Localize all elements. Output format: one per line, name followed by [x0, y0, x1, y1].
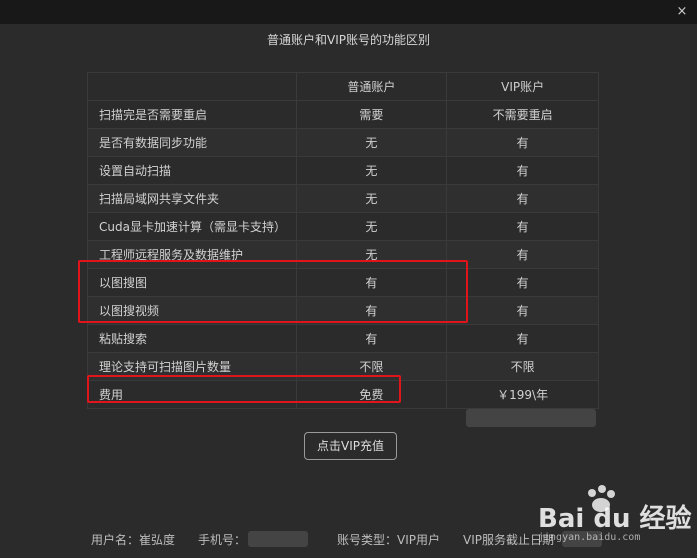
feature-cell: 以图搜图 — [87, 268, 297, 297]
feature-cell: 粘贴搜索 — [87, 324, 297, 353]
table-row: 扫描完是否需要重启 需要 不需要重启 — [87, 100, 599, 129]
normal-value-cell: 有 — [295, 268, 448, 297]
table-row: 理论支持可扫描图片数量 不限 不限 — [87, 352, 599, 381]
vip-value-cell: 有 — [446, 212, 599, 241]
username-text: 用户名：崔弘度 — [91, 533, 176, 547]
phone-label: 手机号： — [198, 533, 247, 547]
table-row: 费用 免费 ￥199\年 — [87, 380, 599, 409]
vip-recharge-button[interactable]: 点击VIP充值 — [304, 432, 397, 460]
normal-value-cell: 需要 — [295, 100, 448, 129]
redacted-area — [466, 409, 596, 427]
window-titlebar: × — [0, 0, 697, 24]
table-row: 扫描局域网共享文件夹无有 — [87, 184, 599, 213]
normal-value-cell: 无 — [295, 128, 448, 157]
feature-cell: 以图搜视频 — [87, 296, 297, 325]
vip-value-cell: 有 — [446, 268, 599, 297]
feature-cell: Cuda显卡加速计算（需显卡支持） — [87, 212, 297, 241]
table-header-row: 普通账户 VIP账户 — [87, 72, 599, 101]
vip-value-cell: 有 — [446, 296, 599, 325]
comparison-table: 普通账户 VIP账户 扫描完是否需要重启 需要 不需要重启 是否有数据同步功能无有设置… — [87, 72, 599, 409]
table-row: 设置自动扫描无有 — [87, 156, 599, 185]
table-row: 粘贴搜索有有 — [87, 324, 599, 353]
table-row: 工程师远程服务及数据维护无有 — [87, 240, 599, 269]
header-vip-account: VIP账户 — [446, 72, 599, 101]
feature-cell: 扫描完是否需要重启 — [87, 100, 297, 129]
table-row: 以图搜视频有有 — [87, 296, 599, 325]
redacted-phone — [248, 531, 308, 547]
table-row: 以图搜图有有 — [87, 268, 599, 297]
feature-cell: 费用 — [87, 380, 297, 409]
close-icon[interactable]: × — [673, 3, 691, 21]
table-row: 是否有数据同步功能无有 — [87, 128, 599, 157]
normal-value-cell: 无 — [295, 240, 448, 269]
normal-value-cell: 无 — [295, 184, 448, 213]
normal-value-cell: 有 — [295, 324, 448, 353]
feature-cell: 设置自动扫描 — [87, 156, 297, 185]
watermark-url: jingyan.baidu.com — [538, 532, 641, 543]
normal-value-cell: 有 — [295, 296, 448, 325]
dialog-title: 普通账户和VIP账号的功能区别 — [267, 33, 430, 47]
vip-value-cell: 有 — [446, 324, 599, 353]
account-type-text: 账号类型：VIP用户 — [337, 533, 440, 547]
vip-value-cell: 有 — [446, 184, 599, 213]
header-normal-account: 普通账户 — [295, 72, 448, 101]
feature-cell: 理论支持可扫描图片数量 — [87, 352, 297, 381]
feature-cell: 工程师远程服务及数据维护 — [87, 240, 297, 269]
vip-value-cell: 不限 — [446, 352, 599, 381]
watermark-brand: Bai du 经验 — [538, 504, 692, 534]
normal-value-cell: 不限 — [295, 352, 448, 381]
vip-value-cell: 有 — [446, 128, 599, 157]
feature-cell: 是否有数据同步功能 — [87, 128, 297, 157]
feature-cell: 扫描局域网共享文件夹 — [87, 184, 297, 213]
vip-value-cell: 有 — [446, 240, 599, 269]
normal-value-cell: 无 — [295, 212, 448, 241]
table-row: Cuda显卡加速计算（需显卡支持）无有 — [87, 212, 599, 241]
normal-value-cell: 无 — [295, 156, 448, 185]
vip-value-cell: 有 — [446, 156, 599, 185]
baidu-jingyan-watermark: Bai du 经验 jingyan.baidu.com — [538, 484, 692, 544]
normal-value-cell: 免费 — [295, 380, 448, 409]
header-feature — [87, 72, 297, 101]
vip-value-cell: 不需要重启 — [446, 100, 599, 129]
vip-value-cell: ￥199\年 — [446, 380, 599, 409]
